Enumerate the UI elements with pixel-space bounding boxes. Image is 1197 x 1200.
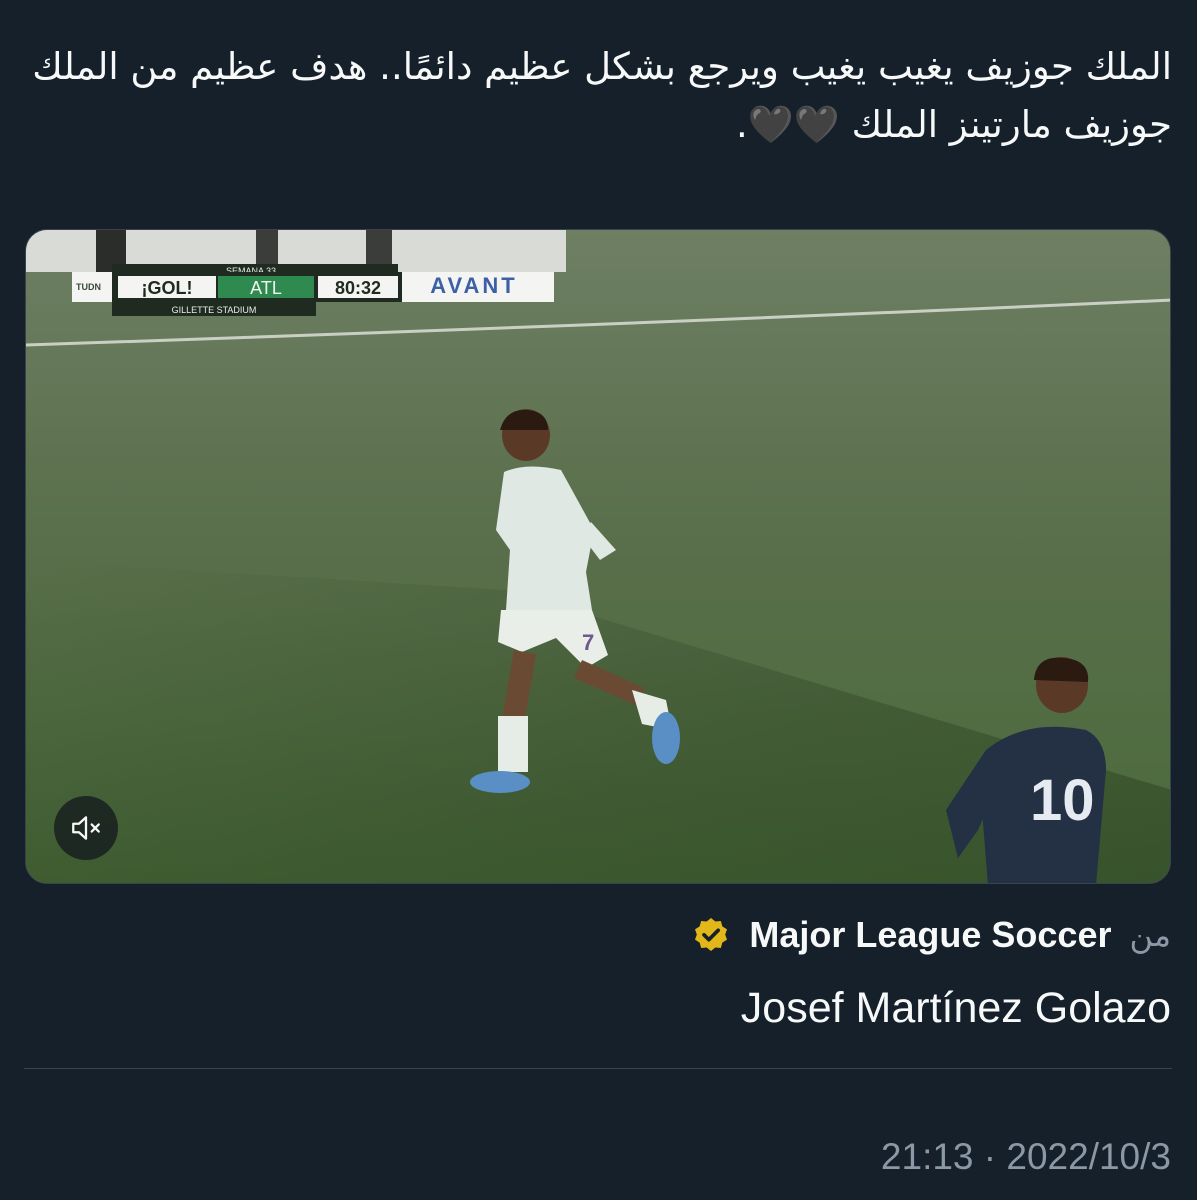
mute-button[interactable] — [54, 796, 118, 860]
svg-text:7: 7 — [582, 630, 594, 655]
venue-label: GILLETTE STADIUM — [172, 305, 257, 315]
video-frame[interactable]: SEMANA 33 TUDN ¡GOL! ATL 80:32 AVANT GIL… — [26, 230, 1171, 884]
sponsor-logo: AVANT — [430, 273, 518, 298]
source-prefix: من — [1129, 916, 1172, 954]
source-account-link[interactable]: Major League Soccer — [749, 914, 1111, 956]
tweet-timestamp[interactable]: 21:13 · 2022/10/3 — [881, 1136, 1171, 1178]
svg-text:10: 10 — [1030, 768, 1095, 833]
video-player[interactable]: SEMANA 33 TUDN ¡GOL! ATL 80:32 AVANT GIL… — [25, 229, 1171, 884]
goal-label: ¡GOL! — [142, 278, 193, 298]
match-clock: 80:32 — [335, 278, 381, 298]
tweet-text: الملك جوزيف يغيب يغيب ويرجع بشكل عظيم دا… — [32, 45, 1172, 146]
team-label: ATL — [250, 278, 282, 298]
video-title: Josef Martínez Golazo — [740, 984, 1171, 1032]
network-logo: TUDN — [76, 282, 101, 292]
divider — [24, 1068, 1172, 1069]
video-source: من Major League Soccer — [691, 910, 1171, 960]
gold-verified-badge-icon — [691, 915, 731, 955]
speaker-muted-icon — [72, 816, 100, 840]
